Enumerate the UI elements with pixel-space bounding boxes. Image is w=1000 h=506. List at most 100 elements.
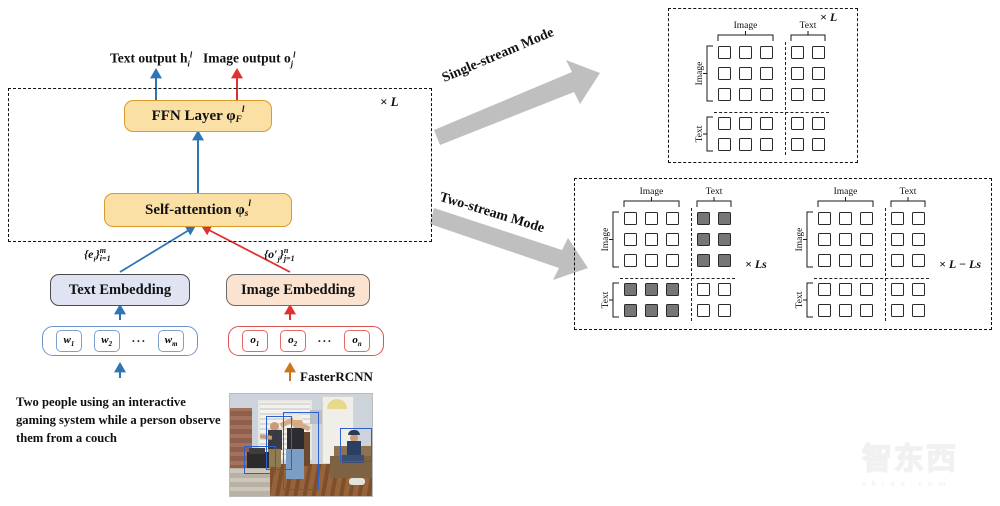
text-token-index: 2 (108, 341, 112, 349)
svg-text:Image: Image (601, 228, 611, 252)
watermark-sub-text: z h i d x . c o m (862, 480, 947, 488)
attention-cell (812, 138, 825, 151)
attention-cell (645, 212, 658, 225)
svg-text:Image: Image (834, 187, 858, 197)
text-token-letter: w (101, 333, 109, 346)
attention-cell (624, 233, 637, 246)
image-token-ellipsis: ··· (317, 333, 333, 348)
image-output-text: Image output o (203, 50, 291, 66)
attention-cell (860, 254, 873, 267)
attention-cell-masked (624, 304, 637, 317)
matrix-column-divider (785, 42, 786, 155)
attention-cell (891, 233, 904, 246)
matrix-column-divider (691, 208, 692, 321)
attention-cell (791, 67, 804, 80)
attention-cell-masked (624, 283, 637, 296)
attention-cell (912, 233, 925, 246)
watermark-logo: 智东西 z h i d x . c o m (861, 434, 992, 490)
text-sequence-label: {ei} m i=1 (84, 247, 111, 264)
attention-cell (818, 233, 831, 246)
attention-cell (739, 138, 752, 151)
image-token-index: 2 (293, 341, 298, 349)
attention-cell-masked (645, 283, 658, 296)
attention-cell (760, 138, 773, 151)
attention-cell (791, 138, 804, 151)
attention-cell (718, 117, 731, 130)
attention-cell-masked (718, 212, 731, 225)
attention-cell (912, 254, 925, 267)
text-token-index: 1 (70, 341, 75, 349)
image-embedding-block[interactable]: Image Embedding (226, 274, 370, 306)
attention-cell (839, 233, 852, 246)
text-embedding-block[interactable]: Text Embedding (50, 274, 190, 306)
text-token-letter: w (63, 333, 71, 346)
attention-cell (718, 67, 731, 80)
attention-cell (812, 117, 825, 130)
attention-cell-masked (697, 212, 710, 225)
text-token[interactable]: wm (158, 330, 185, 352)
attention-cell (718, 283, 731, 296)
attention-cell (839, 212, 852, 225)
text-token[interactable]: w2 (93, 330, 120, 352)
text-output-label: Text output hil (110, 50, 192, 68)
attention-cell (760, 46, 773, 59)
image-seq-open: {o′ (264, 247, 278, 261)
attention-cell (718, 138, 731, 151)
attention-cell (739, 46, 752, 59)
svg-text:Text: Text (800, 21, 817, 31)
self-attention-block[interactable]: Self-attention φ sl (104, 193, 292, 227)
matrix-brackets: Image Text Image Text (601, 187, 732, 318)
image-output-sub: j (290, 59, 294, 69)
attention-cell-masked (666, 283, 679, 296)
attention-cell (818, 304, 831, 317)
svg-text:Text: Text (601, 291, 611, 308)
attention-cell (791, 88, 804, 101)
image-token[interactable]: on (344, 330, 371, 352)
attention-cell (624, 212, 637, 225)
attention-cell (718, 46, 731, 59)
ffn-layer-sup: l (241, 105, 245, 116)
attention-cell-masked (718, 233, 731, 246)
attention-cell (860, 233, 873, 246)
attention-cell (839, 283, 852, 296)
svg-text:Text: Text (706, 187, 723, 197)
attention-cell (666, 212, 679, 225)
matrix-row-divider (814, 278, 929, 279)
attention-cell (860, 304, 873, 317)
attention-cell (912, 283, 925, 296)
attention-cell (791, 46, 804, 59)
svg-text:Text: Text (900, 187, 917, 197)
attention-cell (818, 212, 831, 225)
attention-cell (645, 254, 658, 267)
attention-cell (860, 283, 873, 296)
attention-cell (760, 88, 773, 101)
image-token-index: 1 (255, 341, 260, 349)
ffn-layer-block[interactable]: FFN Layer φ Fl (124, 100, 272, 132)
attention-cell (812, 88, 825, 101)
text-output-text: Text output h (110, 50, 188, 66)
svg-text:Text: Text (695, 125, 705, 142)
attention-cell (666, 233, 679, 246)
single-stream-attention-matrix: Image Text Image Text (668, 8, 858, 163)
image-token[interactable]: o2 (279, 330, 306, 352)
attention-cell (624, 254, 637, 267)
attention-cell-masked (718, 254, 731, 267)
attention-cell-masked (697, 233, 710, 246)
image-token[interactable]: o1 (241, 330, 268, 352)
attention-cell (818, 283, 831, 296)
attention-cell (739, 67, 752, 80)
matrix-column-divider (885, 208, 886, 321)
matrix-row-divider (620, 278, 735, 279)
matrix-row-divider (714, 112, 829, 113)
svg-text:Image: Image (795, 228, 805, 252)
text-seq-sub2: i=1 (99, 254, 111, 264)
attention-cell (718, 88, 731, 101)
attention-cell (891, 212, 904, 225)
text-token-row: w1 w2 ··· wm (42, 326, 198, 356)
text-token-ellipsis: ··· (131, 333, 147, 348)
self-attention-sub: s (244, 209, 249, 220)
text-token[interactable]: w1 (55, 330, 82, 352)
attention-cell (812, 46, 825, 59)
attention-cell (791, 117, 804, 130)
attention-cell (718, 304, 731, 317)
